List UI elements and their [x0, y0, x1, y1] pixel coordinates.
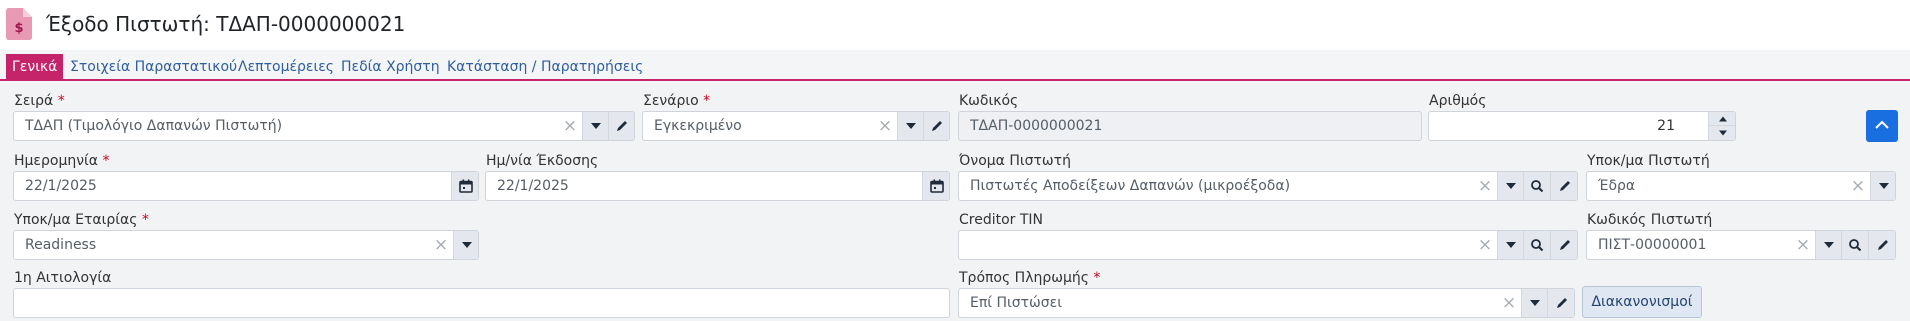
search-icon[interactable] — [1841, 231, 1868, 259]
creditor-name-select[interactable]: Πιστωτές Αποδείξεων Δαπανών (μικροέξοδα)… — [958, 171, 1578, 201]
collapse-button[interactable] — [1866, 110, 1898, 142]
reason-label: 1η Αιτιολογία — [14, 270, 112, 286]
tab-user-fields[interactable]: Πεδία Χρήστη — [341, 54, 440, 81]
chevron-down-icon[interactable] — [897, 112, 923, 140]
tab-status-notes[interactable]: Κατάσταση / Παρατηρήσεις — [447, 54, 643, 81]
calendar-icon[interactable] — [922, 172, 949, 200]
edit-icon[interactable] — [1550, 172, 1577, 200]
tab-document-details[interactable]: Στοιχεία Παραστατικού — [70, 54, 237, 81]
code-field: ΤΔΑΠ-0000000021 — [958, 111, 1422, 141]
svg-text:$: $ — [14, 21, 23, 36]
settlements-button[interactable]: Διακανονισμοί — [1582, 286, 1702, 318]
creditor-branch-label: Υποκ/μα Πιστωτή — [1587, 153, 1710, 169]
clear-icon[interactable]: × — [1475, 172, 1495, 200]
chevron-down-icon[interactable] — [1497, 172, 1523, 200]
series-value: ΤΔΑΠ (Τιμολόγιο Δαπανών Πιστωτή) — [25, 118, 283, 134]
calendar-icon[interactable] — [451, 172, 478, 200]
edit-icon[interactable] — [608, 112, 634, 140]
search-icon[interactable] — [1523, 231, 1550, 259]
issue-date-label: Ημ/νία Έκδοσης — [486, 153, 599, 169]
creditor-code-label: Κωδικός Πιστωτή — [1587, 212, 1713, 228]
clear-icon[interactable]: × — [560, 112, 580, 140]
code-label: Κωδικός — [959, 93, 1019, 109]
creditor-branch-value: Έδρα — [1598, 178, 1636, 194]
date-field[interactable]: 22/1/2025 — [13, 171, 479, 201]
series-label: Σειρά * — [14, 93, 65, 109]
chevron-down-icon[interactable] — [1497, 231, 1523, 259]
reason-input[interactable] — [13, 288, 950, 318]
search-icon[interactable] — [1523, 172, 1550, 200]
date-label: Ημερομηνία * — [14, 153, 110, 169]
payment-method-value: Επί Πιστώσει — [970, 295, 1062, 311]
number-label: Αριθμός — [1429, 93, 1487, 109]
clear-icon[interactable]: × — [1793, 231, 1813, 259]
edit-icon[interactable] — [1868, 231, 1895, 259]
clear-icon[interactable]: × — [875, 112, 895, 140]
creditor-tin-select[interactable]: × — [958, 230, 1578, 260]
number-stepper[interactable]: 21 — [1428, 111, 1736, 141]
series-select[interactable]: ΤΔΑΠ (Τιμολόγιο Δαπανών Πιστωτή) × — [13, 111, 635, 141]
creditor-name-label: Όνομα Πιστωτή — [959, 153, 1071, 169]
document-dollar-icon: $ — [6, 8, 32, 40]
tab-general[interactable]: Γενικά — [6, 54, 64, 81]
payment-method-label: Τρόπος Πληρωμής * — [959, 270, 1101, 286]
company-branch-value: Readiness — [25, 237, 97, 253]
edit-icon[interactable] — [1550, 231, 1577, 259]
date-value: 22/1/2025 — [25, 178, 97, 194]
issue-date-field[interactable]: 22/1/2025 — [485, 171, 950, 201]
creditor-branch-select[interactable]: Έδρα × — [1586, 171, 1896, 201]
page-title: Έξοδο Πιστωτή: ΤΔΑΠ-0000000021 — [46, 12, 406, 36]
page-header: $ Έξοδο Πιστωτή: ΤΔΑΠ-0000000021 — [0, 0, 1910, 50]
company-branch-label: Υποκ/μα Εταιρίας * — [14, 212, 149, 228]
code-value: ΤΔΑΠ-0000000021 — [970, 118, 1103, 134]
issue-date-value: 22/1/2025 — [497, 178, 569, 194]
creditor-name-value: Πιστωτές Αποδείξεων Δαπανών (μικροέξοδα) — [970, 178, 1291, 194]
edit-icon[interactable] — [1547, 289, 1574, 317]
tab-bar: Γενικά Στοιχεία Παραστατικού Λεπτομέρειε… — [0, 54, 1910, 81]
scenario-label: Σενάριο * — [643, 93, 711, 109]
creditor-code-select[interactable]: ΠΙΣΤ-00000001 × — [1586, 230, 1896, 260]
chevron-down-icon[interactable] — [1521, 289, 1547, 317]
clear-icon[interactable]: × — [1848, 172, 1868, 200]
company-branch-select[interactable]: Readiness × — [13, 230, 479, 260]
chevron-down-icon[interactable] — [1815, 231, 1841, 259]
chevron-down-icon[interactable] — [1870, 172, 1895, 200]
decrement-icon[interactable] — [1708, 126, 1735, 140]
tab-details[interactable]: Λεπτομέρειες — [238, 54, 334, 81]
edit-icon[interactable] — [923, 112, 949, 140]
increment-icon[interactable] — [1708, 112, 1735, 126]
chevron-down-icon[interactable] — [453, 231, 478, 259]
creditor-tin-label: Creditor TIN — [959, 212, 1044, 228]
payment-method-select[interactable]: Επί Πιστώσει × — [958, 288, 1575, 318]
scenario-value: Εγκεκριμένο — [654, 118, 742, 134]
creditor-code-value: ΠΙΣΤ-00000001 — [1598, 237, 1707, 253]
scenario-select[interactable]: Εγκεκριμένο × — [642, 111, 950, 141]
number-value: 21 — [1657, 118, 1675, 134]
clear-icon[interactable]: × — [431, 231, 451, 259]
clear-icon[interactable]: × — [1475, 231, 1495, 259]
clear-icon[interactable]: × — [1499, 289, 1519, 317]
chevron-up-icon — [1875, 120, 1889, 129]
chevron-down-icon[interactable] — [582, 112, 608, 140]
